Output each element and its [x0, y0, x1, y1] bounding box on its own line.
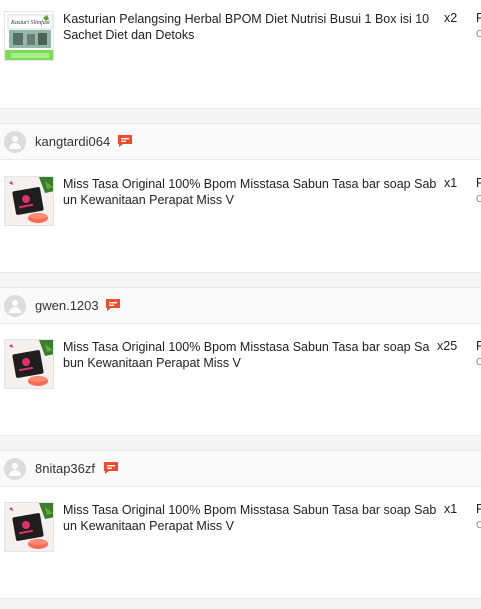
chat-icon[interactable]: [103, 461, 119, 475]
buyer-username[interactable]: gwen.1203: [35, 298, 99, 313]
kasturian-product-image: Kasturi Slimfast: [5, 12, 53, 60]
misstasa-product-image: [5, 340, 53, 388]
quantity: x1: [444, 502, 458, 516]
misstasa-product-image: [5, 177, 53, 225]
order-item[interactable]: Miss Tasa Original 100% Bpom Misstasa Sa…: [0, 339, 481, 399]
quantity: x2: [444, 11, 458, 25]
avatar[interactable]: [4, 295, 26, 317]
order-card: gwen.1203 Miss Tasa Original 100% Bpom M…: [0, 287, 481, 436]
product-name[interactable]: Miss Tasa Original 100% Bpom Misstasa Sa…: [63, 176, 443, 208]
buyer-username[interactable]: 8nitap36zf: [35, 461, 95, 476]
buyer-header: kangtardi064: [0, 124, 481, 160]
order-item[interactable]: Kasturi Slimfast Kasturian Pelangsing He…: [0, 11, 481, 71]
order-card: Kasturi Slimfast Kasturian Pelangsing He…: [0, 0, 481, 109]
subtext-clipped: C: [476, 520, 481, 531]
product-name[interactable]: Miss Tasa Original 100% Bpom Misstasa Sa…: [63, 502, 443, 534]
product-thumbnail[interactable]: [4, 502, 54, 552]
product-name[interactable]: Miss Tasa Original 100% Bpom Misstasa Sa…: [63, 339, 443, 371]
chat-icon[interactable]: [117, 134, 133, 148]
buyer-header: 8nitap36zf: [0, 451, 481, 487]
product-thumbnail[interactable]: [4, 176, 54, 226]
order-card: 8nitap36zf Miss Tasa Original 100% Bpom …: [0, 450, 481, 599]
order-item[interactable]: Miss Tasa Original 100% Bpom Misstasa Sa…: [0, 502, 481, 562]
svg-text:Kasturi Slimfast: Kasturi Slimfast: [10, 19, 50, 26]
order-card: kangtardi064 Miss Tasa Original 100% Bpo…: [0, 123, 481, 273]
price-clipped: F: [476, 176, 481, 190]
subtext-clipped: C: [476, 357, 481, 368]
product-thumbnail[interactable]: Kasturi Slimfast: [4, 11, 54, 61]
price-clipped: F: [476, 11, 481, 25]
avatar[interactable]: [4, 131, 26, 153]
subtext-clipped: C: [476, 194, 481, 205]
price-clipped: F: [476, 339, 481, 353]
price-clipped: F: [476, 502, 481, 516]
quantity: x1: [444, 176, 458, 190]
buyer-header: gwen.1203: [0, 288, 481, 324]
buyer-username[interactable]: kangtardi064: [35, 134, 110, 149]
product-name[interactable]: Kasturian Pelangsing Herbal BPOM Diet Nu…: [63, 11, 443, 43]
product-thumbnail[interactable]: [4, 339, 54, 389]
order-item[interactable]: Miss Tasa Original 100% Bpom Misstasa Sa…: [0, 176, 481, 236]
quantity: x25: [437, 339, 458, 353]
avatar[interactable]: [4, 458, 26, 480]
chat-icon[interactable]: [105, 298, 121, 312]
misstasa-product-image: [5, 503, 53, 551]
subtext-clipped: C: [476, 29, 481, 40]
